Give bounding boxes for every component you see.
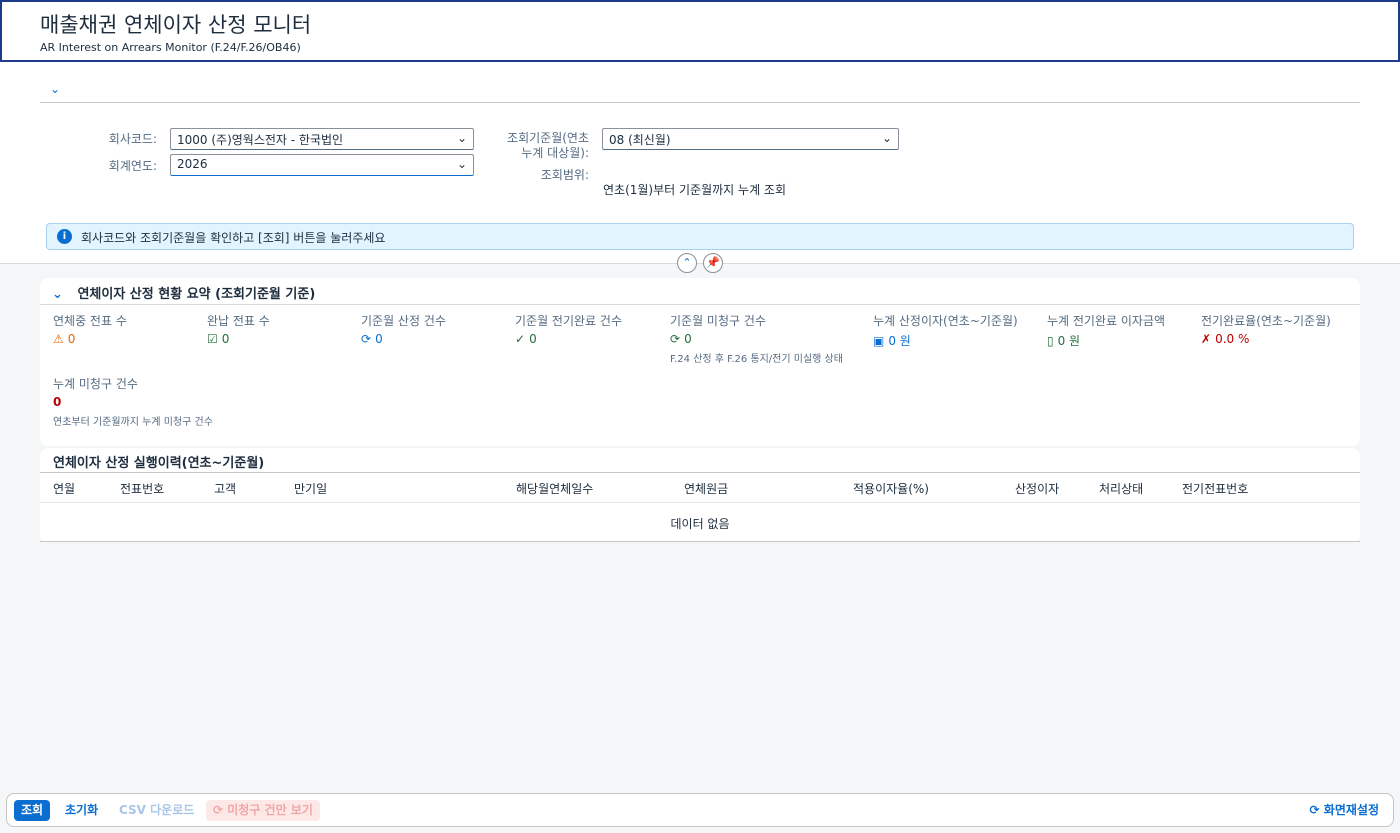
kpi-value: 0 xyxy=(67,332,76,346)
fiscal-year-select[interactable]: 2026 ⌄ xyxy=(170,154,474,176)
chevron-down-icon: ⌄ xyxy=(456,131,467,145)
unbilled-filter-icon: ⟳ xyxy=(213,803,224,817)
pending-icon: ⟳ xyxy=(670,332,681,346)
table-divider xyxy=(40,472,1360,473)
fiscal-year-label: 회계연도: xyxy=(108,159,157,173)
page-title: 매출채권 연체이자 산정 모니터 xyxy=(40,13,312,37)
reset-button[interactable]: 초기화 xyxy=(58,800,105,821)
summary-panel: ⌄ 연체이자 산정 현황 요약 (조회기준월 기준) 연체중 전표 수 ⚠ 0 완… xyxy=(40,278,1360,446)
refresh-icon: ⟳ xyxy=(361,332,372,346)
search-button[interactable]: 조회 xyxy=(14,800,51,821)
kpi-month-posted: 기준월 전기완료 건수 ✓ 0 xyxy=(515,312,622,346)
summary-divider xyxy=(40,304,1360,305)
kpi-value: 0 xyxy=(375,332,383,346)
column-header-posting-doc[interactable]: 전기전표번호 xyxy=(1182,480,1248,497)
chevron-down-icon: ⌄ xyxy=(881,131,892,145)
kpi-value: 0.0 % xyxy=(1215,332,1250,346)
page-header: 매출채권 연체이자 산정 모니터 AR Interest on Arrears … xyxy=(0,0,1400,62)
kpi-value: 0 원 xyxy=(1057,334,1081,348)
collapse-header-button[interactable]: ⌃ xyxy=(677,253,697,273)
column-header-interest-rate[interactable]: 적용이자율(%) xyxy=(853,480,929,497)
kpi-note: 연초부터 기준월까지 누계 미청구 건수 xyxy=(53,417,213,428)
kpi-value: 0 xyxy=(221,332,230,346)
csv-download-button[interactable]: CSV 다운로드 xyxy=(112,800,201,821)
period-label: 조회기준월(연초 누계 대상월): xyxy=(507,131,589,160)
range-value: 연초(1월)부터 기준월까지 누계 조회 xyxy=(603,183,787,197)
column-header-status[interactable]: 처리상태 xyxy=(1099,480,1143,497)
kpi-label: 기준월 미청구 건수 xyxy=(670,314,766,328)
kpi-label: 연체중 전표 수 xyxy=(53,314,127,328)
refresh-icon: ⟳ xyxy=(1309,803,1320,817)
period-value: 08 (최신월) xyxy=(609,133,671,147)
summary-title: 연체이자 산정 현황 요약 (조회기준월 기준) xyxy=(77,287,316,302)
footer-toolbar: 조회 초기화 CSV 다운로드 ⟳ 미청구 건만 보기 ⟳ 화면재설정 xyxy=(6,793,1394,827)
column-header-customer[interactable]: 고객 xyxy=(214,480,236,497)
history-table: 연체이자 산정 실행이력(연초~기준월) 연월 전표번호 고객 만기일 해당월연… xyxy=(40,448,1360,542)
info-icon: i xyxy=(57,229,72,244)
period-select[interactable]: 08 (최신월) ⌄ xyxy=(602,128,899,150)
kpi-month-unbilled: 기준월 미청구 건수 ⟳ 0 F.24 산정 후 F.26 통지/전기 미실행 상… xyxy=(670,312,843,365)
chevron-down-icon: ⌄ xyxy=(456,157,467,171)
kpi-note: F.24 산정 후 F.26 통지/전기 미실행 상태 xyxy=(670,354,843,365)
filter-collapse-chevron-icon[interactable]: ⌄ xyxy=(50,82,60,96)
table-divider xyxy=(40,502,1360,503)
no-data-text: 데이터 없음 xyxy=(670,517,730,531)
kpi-value: 0 xyxy=(53,395,62,409)
unbilled-only-label: 미청구 건만 보기 xyxy=(227,803,313,817)
kpi-posting-rate: 전기완료율(연초~기준월) ✗ 0.0 % xyxy=(1201,312,1331,346)
history-title: 연체이자 산정 실행이력(연초~기준월) xyxy=(53,456,265,471)
unbilled-only-button[interactable]: ⟳ 미청구 건만 보기 xyxy=(206,800,320,821)
info-message-text: 회사코드와 조회기준월을 확인하고 [조회] 버튼을 눌러주세요 xyxy=(81,231,386,245)
kpi-overdue-docs: 연체중 전표 수 ⚠ 0 xyxy=(53,312,127,346)
kpi-label: 누계 산정이자(연초~기준월) xyxy=(873,314,1018,328)
kpi-cumulative-unbilled: 누계 미청구 건수 0 연초부터 기준월까지 누계 미청구 건수 xyxy=(53,375,213,428)
kpi-label: 전기완료율(연초~기준월) xyxy=(1201,314,1331,328)
chevron-down-icon: ⌄ xyxy=(52,287,63,302)
company-code-label: 회사코드: xyxy=(108,132,157,146)
kpi-month-calculated: 기준월 산정 건수 ⟳ 0 xyxy=(361,312,446,346)
kpi-paid-docs: 완납 전표 수 ☑ 0 xyxy=(207,312,270,346)
fiscal-year-value: 2026 xyxy=(177,157,208,171)
column-header-overdue-principal[interactable]: 연체원금 xyxy=(684,480,728,497)
kpi-value: 0 xyxy=(684,332,692,346)
table-divider xyxy=(40,541,1360,542)
column-header-overdue-days[interactable]: 해당월연체일수 xyxy=(516,480,593,497)
filter-divider xyxy=(40,102,1360,103)
kpi-label: 누계 전기완료 이자금액 xyxy=(1047,314,1166,328)
kpi-label: 기준월 산정 건수 xyxy=(361,314,446,328)
column-header-year-month[interactable]: 연월 xyxy=(53,480,75,497)
column-header-calculated-interest[interactable]: 산정이자 xyxy=(1015,480,1059,497)
clipboard-icon: ▯ xyxy=(1047,334,1054,348)
column-header-doc-number[interactable]: 전표번호 xyxy=(120,480,164,497)
column-header-due-date[interactable]: 만기일 xyxy=(294,480,327,497)
company-code-select[interactable]: 1000 (주)영웍스전자 - 한국법인 ⌄ xyxy=(170,128,474,150)
page-subtitle: AR Interest on Arrears Monitor (F.24/F.2… xyxy=(40,41,301,54)
overdue-doc-icon: ⚠ xyxy=(53,332,64,346)
info-message-strip: i 회사코드와 조회기준월을 확인하고 [조회] 버튼을 눌러주세요 xyxy=(46,223,1354,250)
range-label: 조회범위: xyxy=(540,168,589,182)
paid-check-icon: ☑ xyxy=(207,332,218,346)
kpi-value: 0 xyxy=(529,332,537,346)
pin-header-button[interactable]: 📌 xyxy=(703,253,723,273)
company-code-value: 1000 (주)영웍스전자 - 한국법인 xyxy=(177,133,344,147)
kpi-cumulative-interest: 누계 산정이자(연초~기준월) ▣ 0 원 xyxy=(873,312,1018,349)
rate-icon: ✗ xyxy=(1201,332,1212,346)
kpi-cumulative-posted-amount: 누계 전기완료 이자금액 ▯ 0 원 xyxy=(1047,312,1165,349)
check-icon: ✓ xyxy=(515,332,526,346)
reset-view-label: 화면재설정 xyxy=(1323,803,1379,817)
kpi-value: 0 원 xyxy=(888,334,911,348)
reset-view-button[interactable]: ⟳ 화면재설정 xyxy=(1303,800,1386,821)
money-icon: ▣ xyxy=(873,334,885,348)
kpi-label: 완납 전표 수 xyxy=(207,314,270,328)
kpi-label: 누계 미청구 건수 xyxy=(53,377,138,391)
summary-header[interactable]: ⌄ 연체이자 산정 현황 요약 (조회기준월 기준) xyxy=(52,283,315,302)
kpi-label: 기준월 전기완료 건수 xyxy=(515,314,622,328)
